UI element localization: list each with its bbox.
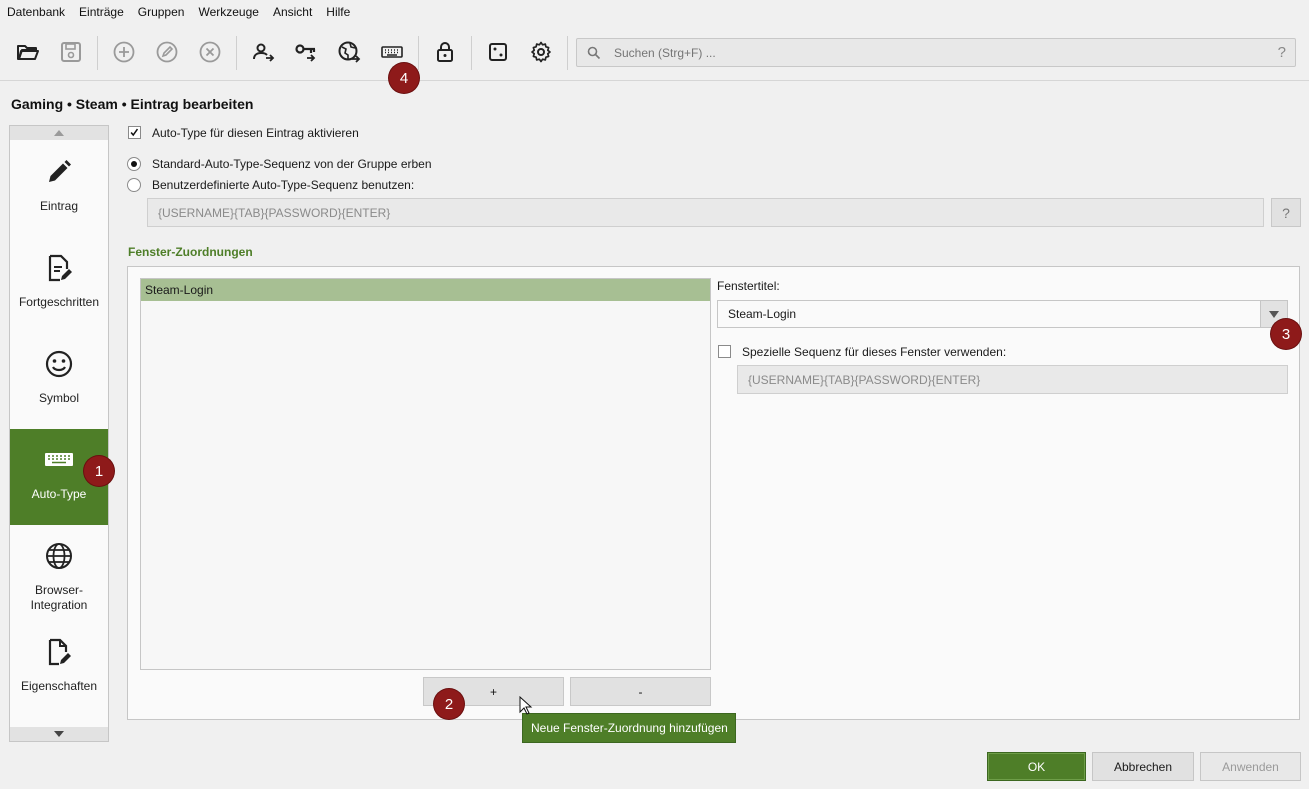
sidebar-item-symbol[interactable]: Symbol xyxy=(10,333,108,429)
smiley-icon xyxy=(45,350,73,378)
document-edit-icon xyxy=(48,254,72,282)
menu-gruppen[interactable]: Gruppen xyxy=(138,5,185,19)
open-url-icon[interactable] xyxy=(334,37,364,67)
toolbar-separator xyxy=(471,36,472,70)
delete-entry-icon[interactable] xyxy=(195,37,225,67)
globe-icon xyxy=(46,543,72,569)
window-title-label: Fenstertitel: xyxy=(717,279,780,293)
menu-werkzeuge[interactable]: Werkzeuge xyxy=(198,5,258,19)
section-title-window-assoc: Fenster-Zuordnungen xyxy=(128,245,253,259)
search-help-icon[interactable]: ? xyxy=(1278,44,1286,61)
checkmark-icon xyxy=(130,128,139,137)
ok-button[interactable]: OK xyxy=(987,752,1086,781)
window-assoc-list[interactable]: Steam-Login xyxy=(140,278,711,670)
edit-entry-icon[interactable] xyxy=(152,37,182,67)
lock-icon[interactable] xyxy=(430,37,460,67)
menu-hilfe[interactable]: Hilfe xyxy=(326,5,350,19)
sidebar-item-label: Symbol xyxy=(38,391,79,405)
file-edit-icon xyxy=(48,638,71,666)
menu-datenbank[interactable]: Datenbank xyxy=(7,5,65,19)
mouse-cursor-icon xyxy=(519,696,533,715)
toolbar-separator xyxy=(236,36,237,70)
save-icon[interactable] xyxy=(56,37,86,67)
search-field[interactable]: ? xyxy=(576,38,1296,67)
toolbar-divider xyxy=(0,80,1309,81)
pencil-icon xyxy=(49,160,71,182)
sidebar-item-label: Eigenschaften xyxy=(20,679,98,693)
sequence-help-button[interactable]: ? xyxy=(1271,198,1301,227)
list-item[interactable]: Steam-Login xyxy=(141,279,710,301)
search-icon xyxy=(587,46,601,60)
password-generator-icon[interactable] xyxy=(483,37,513,67)
copy-username-icon[interactable] xyxy=(248,37,278,67)
menu-bar: Datenbank Einträge Gruppen Werkzeuge Ans… xyxy=(0,0,1309,24)
remove-assoc-button[interactable]: - xyxy=(570,677,711,706)
annotation-badge-2: 2 xyxy=(434,689,464,719)
page-title: Gaming • Steam • Eintrag bearbeiten xyxy=(11,96,254,112)
enable-autotype-checkbox[interactable] xyxy=(128,126,141,139)
annotation-badge-3: 3 xyxy=(1271,319,1301,349)
enable-autotype-label: Auto-Type für diesen Eintrag aktivieren xyxy=(152,126,359,140)
search-input[interactable] xyxy=(612,43,1252,63)
sidebar-scroll-up[interactable] xyxy=(10,126,108,140)
keyboard-icon xyxy=(45,453,73,466)
sidebar-item-browser-integration[interactable]: Browser- Integration xyxy=(10,525,108,621)
custom-sequence-label: Benutzerdefinierte Auto-Type-Sequenz ben… xyxy=(152,178,415,192)
sidebar-item-eintrag[interactable]: Eintrag xyxy=(10,141,108,237)
cancel-button[interactable]: Abbrechen xyxy=(1092,752,1194,781)
sidebar-item-label: Auto-Type xyxy=(31,487,87,501)
add-entry-icon[interactable] xyxy=(109,37,139,67)
copy-password-icon[interactable] xyxy=(291,37,321,67)
window-title-value: Steam-Login xyxy=(728,307,797,321)
category-sidebar: Eintrag Fortgeschritten Symbol Auto-Type… xyxy=(9,125,109,742)
annotation-badge-4: 4 xyxy=(389,63,419,93)
apply-button[interactable]: Anwenden xyxy=(1200,752,1301,781)
tooltip: Neue Fenster-Zuordnung hinzufügen xyxy=(522,713,736,743)
sidebar-scroll-down[interactable] xyxy=(10,727,108,741)
special-sequence-label: Spezielle Sequenz für dieses Fenster ver… xyxy=(742,345,1007,359)
sidebar-item-eigenschaften[interactable]: Eigenschaften xyxy=(10,621,108,717)
toolbar-separator xyxy=(97,36,98,70)
toolbar-separator xyxy=(418,36,419,70)
sidebar-item-fortgeschritten[interactable]: Fortgeschritten xyxy=(10,237,108,333)
custom-sequence-field[interactable]: {USERNAME}{TAB}{PASSWORD}{ENTER} xyxy=(147,198,1264,227)
special-sequence-checkbox[interactable] xyxy=(718,345,731,358)
settings-icon[interactable] xyxy=(526,37,556,67)
sidebar-item-label: Fortgeschritten xyxy=(18,295,100,309)
inherit-sequence-radio[interactable] xyxy=(127,157,141,171)
window-title-combo[interactable]: Steam-Login xyxy=(717,300,1288,328)
annotation-badge-1: 1 xyxy=(84,456,114,486)
sidebar-item-label: Browser- Integration xyxy=(30,583,88,612)
special-sequence-field[interactable]: {USERNAME}{TAB}{PASSWORD}{ENTER} xyxy=(737,365,1288,394)
inherit-sequence-label: Standard-Auto-Type-Sequenz von der Grupp… xyxy=(152,157,432,171)
toolbar-separator xyxy=(567,36,568,70)
sidebar-item-label: Eintrag xyxy=(39,199,79,213)
custom-sequence-radio[interactable] xyxy=(127,178,141,192)
menu-eintraege[interactable]: Einträge xyxy=(79,5,124,19)
folder-open-icon[interactable] xyxy=(13,37,43,67)
menu-ansicht[interactable]: Ansicht xyxy=(273,5,312,19)
